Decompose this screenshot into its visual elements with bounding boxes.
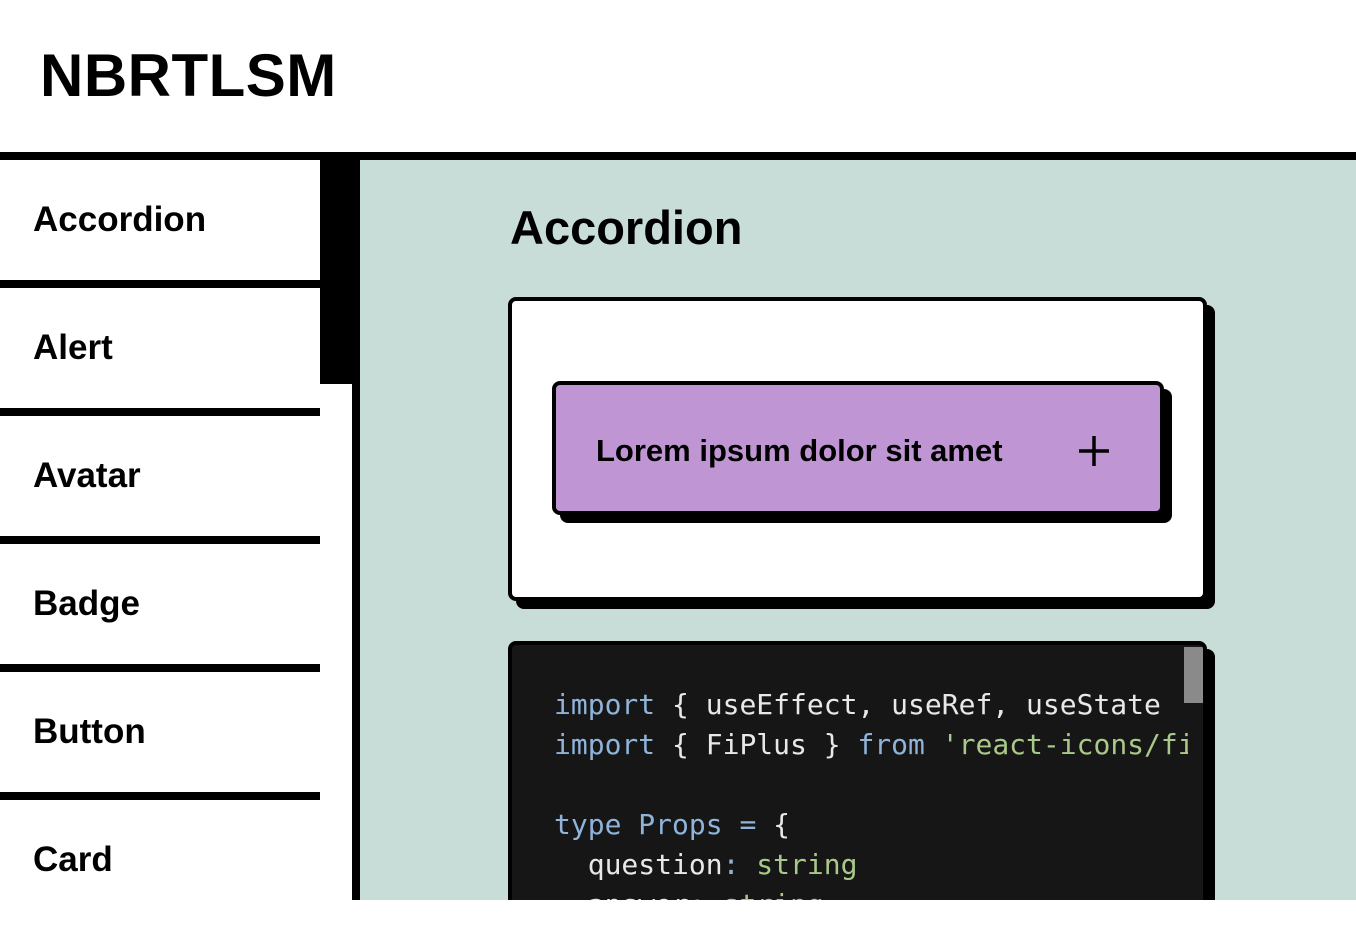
- page-title: Accordion: [510, 201, 743, 254]
- sidebar-divider-vertical: [352, 160, 360, 900]
- app-header: NBRTLSM: [0, 0, 1356, 152]
- code-line: import { FiPlus } from 'react-icons/fi': [554, 728, 1188, 761]
- active-item-indicator: [320, 160, 353, 384]
- sidebar-item-card[interactable]: Card: [0, 800, 320, 928]
- accordion-question: Lorem ipsum dolor sit amet: [596, 433, 1003, 468]
- sidebar-divider: [0, 408, 320, 416]
- code-operator: =: [722, 808, 774, 841]
- app-logo[interactable]: NBRTLSM: [40, 44, 337, 108]
- sidebar-item-label: Badge: [33, 584, 140, 623]
- plus-icon: [1079, 436, 1109, 466]
- sidebar-item-badge[interactable]: Badge: [0, 544, 320, 672]
- sidebar-divider: [0, 280, 320, 288]
- code-viewport: import { useEffect, useRef, useState imp…: [512, 645, 1188, 900]
- code-content: import { useEffect, useRef, useState imp…: [554, 685, 1188, 900]
- code-block[interactable]: import { useEffect, useRef, useState imp…: [508, 641, 1207, 900]
- sidebar-item-accordion[interactable]: Accordion: [0, 160, 320, 288]
- code-keyword: type: [554, 808, 622, 841]
- sidebar-divider: [0, 664, 320, 672]
- code-punct: {: [773, 808, 791, 841]
- code-type: string: [723, 888, 824, 900]
- code-type: string: [756, 848, 858, 881]
- accordion-trigger[interactable]: Lorem ipsum dolor sit amet: [552, 381, 1164, 515]
- sidebar-item-alert[interactable]: Alert: [0, 288, 320, 416]
- sidebar-item-label: Accordion: [33, 200, 207, 239]
- sidebar: Accordion Alert Avatar Badge Button Card: [0, 160, 320, 900]
- code-line: answer: string: [554, 888, 824, 900]
- sidebar-item-label: Avatar: [33, 456, 141, 495]
- sidebar-divider: [0, 792, 320, 800]
- sidebar-divider: [0, 536, 320, 544]
- code-text: { useEffect, useRef, useState: [655, 688, 1161, 721]
- code-operator: :: [722, 848, 757, 881]
- code-operator: :: [689, 888, 723, 900]
- sidebar-item-avatar[interactable]: Avatar: [0, 416, 320, 544]
- code-keyword: import: [554, 728, 656, 761]
- code-line: import { useEffect, useRef, useState: [554, 688, 1161, 721]
- sidebar-item-button[interactable]: Button: [0, 672, 320, 800]
- sidebar-item-label: Card: [33, 840, 113, 879]
- code-line: question: string: [554, 848, 858, 881]
- code-property: question: [587, 848, 723, 881]
- code-type: Props: [638, 808, 723, 841]
- code-line: type Props = {: [554, 808, 790, 841]
- code-string: 'react-icons/fi': [941, 728, 1188, 761]
- code-keyword: import: [554, 688, 656, 721]
- code-text: { FiPlus }: [655, 728, 858, 761]
- code-property: answer: [588, 888, 689, 900]
- sidebar-item-label: Button: [33, 712, 146, 751]
- header-divider: [0, 152, 1356, 160]
- sidebar-item-label: Alert: [33, 328, 113, 367]
- code-scrollbar-thumb[interactable]: [1184, 647, 1203, 703]
- main-content: Accordion Lorem ipsum dolor sit amet imp…: [360, 160, 1356, 900]
- component-preview: Lorem ipsum dolor sit amet: [508, 297, 1207, 601]
- code-keyword: from: [857, 728, 925, 761]
